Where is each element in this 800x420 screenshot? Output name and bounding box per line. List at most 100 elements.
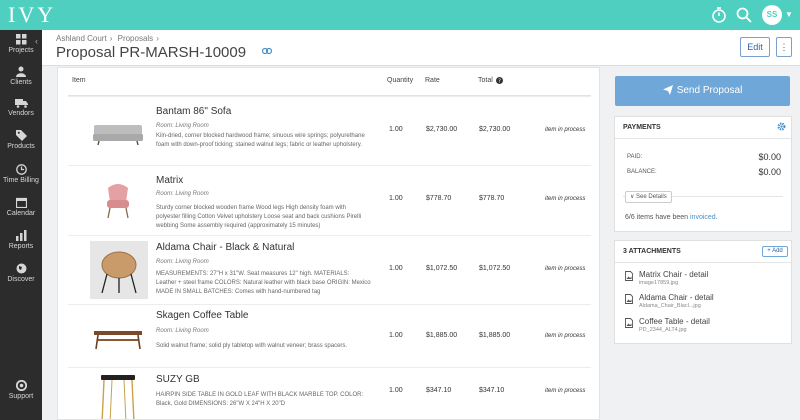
payments-title: PAYMENTS: [623, 124, 661, 131]
breadcrumb-item-project[interactable]: Ashland Court: [56, 34, 107, 43]
breadcrumb-item-proposals[interactable]: Proposals: [118, 34, 154, 43]
sidebar-item-label: Support: [8, 393, 34, 400]
send-proposal-button[interactable]: Send Proposal: [615, 76, 790, 106]
more-options-button[interactable]: ⋮: [776, 37, 792, 57]
breadcrumb-separator: ›: [109, 34, 113, 43]
invoiced-note-text: 6/6 items have been: [625, 214, 690, 221]
users-icon: [16, 66, 26, 77]
table-row[interactable]: Bantam 86" Sofa Room: Living Room Kiln-d…: [68, 96, 591, 165]
sidebar-item-label: Reports: [8, 243, 34, 250]
send-proposal-label: Send Proposal: [676, 85, 743, 96]
tag-icon: [15, 130, 27, 141]
item-description: Sturdy corner blocked wooden frame Wood …: [156, 205, 362, 229]
invoiced-link[interactable]: invoiced: [690, 214, 716, 221]
payments-panel: PAYMENTS PAID: $0.00 BALANCE: $0.00 ∨ Se…: [614, 116, 792, 232]
item-room: Room: Living Room: [156, 259, 209, 265]
table-row[interactable]: Aldama Chair - Black & Natural Room: Liv…: [68, 235, 591, 304]
pink-chair-image: [107, 184, 129, 219]
item-name[interactable]: Matrix: [156, 175, 183, 186]
item-description: Solid walnut frame; solid ply tabletop w…: [156, 343, 348, 349]
sidebar-item-vendors[interactable]: Vendors: [0, 98, 42, 128]
attachment-filename: Aldama_Chair_Blacl...jpg: [639, 303, 701, 309]
attachments-title: 3 ATTACHMENTS: [623, 248, 681, 255]
item-total: $1,072.50: [479, 265, 511, 272]
round-chair-image: [90, 241, 148, 299]
attachment-name[interactable]: Coffee Table - detail: [639, 317, 710, 326]
gear-icon[interactable]: [777, 122, 786, 131]
sidebar-item-products[interactable]: Products: [0, 130, 42, 160]
table-row[interactable]: Matrix Room: Living Room Sturdy corner b…: [68, 165, 591, 235]
sidebar-item-time-billing[interactable]: Time Billing: [0, 164, 42, 194]
edit-button[interactable]: Edit: [740, 37, 770, 57]
table-row[interactable]: Skagen Coffee Table Room: Living Room So…: [68, 304, 591, 367]
page-title: Proposal PR-MARSH-10009: [56, 44, 247, 61]
clock-icon: [15, 164, 27, 175]
item-status: item in process: [545, 266, 586, 272]
item-description: Kiln-dried, corner blocked hardwood fram…: [156, 133, 365, 148]
page-header: Ashland Court › Proposals › Proposal PR-MA…: [42, 30, 800, 66]
paid-label: PAID:: [627, 154, 643, 160]
item-room: Room: Living Room: [156, 328, 209, 334]
support-icon: [15, 380, 27, 391]
sidebar-item-label: Products: [7, 143, 35, 150]
item-quantity: 1.00: [389, 126, 403, 133]
column-header-item: Item: [72, 77, 86, 84]
item-name[interactable]: Bantam 86" Sofa: [156, 106, 231, 117]
sidebar-item-projects[interactable]: Projects: [0, 34, 42, 64]
paid-value: $0.00: [758, 152, 781, 162]
sidebar-item-label: Clients: [10, 79, 32, 86]
image-file-icon: [625, 294, 633, 304]
item-total: $1,885.00: [479, 332, 511, 339]
bar-chart-icon: [15, 230, 26, 241]
link-icon[interactable]: [262, 47, 272, 55]
calendar-icon: [15, 197, 27, 208]
coffee-table-image: [94, 331, 142, 350]
item-name[interactable]: Skagen Coffee Table: [156, 310, 248, 321]
sidebar-item-support[interactable]: Support: [0, 380, 42, 410]
item-name[interactable]: Aldama Chair - Black & Natural: [156, 242, 294, 253]
item-rate: $2,730.00: [426, 126, 458, 133]
app-logo[interactable]: IVY: [8, 2, 56, 28]
search-icon[interactable]: [735, 6, 753, 24]
truck-icon: [14, 99, 28, 108]
see-details-button[interactable]: ∨ See Details: [625, 191, 672, 203]
breadcrumb: Ashland Court › Proposals ›: [56, 34, 162, 43]
sidebar-item-label: Calendar: [6, 210, 36, 217]
timer-icon[interactable]: [710, 6, 728, 24]
side-table-image: [101, 375, 135, 419]
panel-divider: [615, 262, 791, 263]
sidebar-item-clients[interactable]: Clients: [0, 66, 42, 96]
breadcrumb-separator: ›: [156, 34, 159, 43]
attachment-name[interactable]: Matrix Chair - detail: [639, 270, 708, 279]
help-icon[interactable]: ?: [496, 77, 503, 84]
column-header-rate: Rate: [425, 77, 440, 84]
chevron-down-icon[interactable]: ▼: [785, 10, 793, 19]
item-name[interactable]: SUZY GB: [156, 374, 200, 385]
sidebar-item-calendar[interactable]: Calendar: [0, 197, 42, 227]
item-room: Room: Living Room: [156, 123, 209, 129]
item-room: Room: Living Room: [156, 191, 209, 197]
balance-value: $0.00: [758, 167, 781, 177]
add-attachment-button[interactable]: + Add: [762, 246, 788, 257]
item-total: $2,730.00: [479, 126, 511, 133]
item-status: item in process: [545, 127, 586, 133]
attachment-filename: image17859.jpg: [639, 280, 679, 286]
user-avatar[interactable]: SS: [762, 5, 782, 25]
proposal-items-table: Item Quantity Rate Total ? Bantam 86" So…: [57, 67, 600, 420]
item-rate: $347.10: [426, 387, 452, 394]
sidebar-item-reports[interactable]: Reports: [0, 230, 42, 260]
item-total: $347.10: [479, 387, 505, 394]
item-status: item in process: [545, 388, 586, 394]
attachment-name[interactable]: Aldama Chair - detail: [639, 293, 714, 302]
top-bar: IVY SS ▼: [0, 0, 800, 30]
column-header-quantity: Quantity: [387, 77, 414, 84]
item-description: HAIRPIN SIDE TABLE IN GOLD LEAF WITH BLA…: [156, 392, 364, 407]
item-quantity: 1.00: [389, 387, 403, 394]
paper-plane-icon: [662, 85, 673, 96]
table-row[interactable]: SUZY GB HAIRPIN SIDE TABLE IN GOLD LEAF …: [68, 367, 591, 419]
attachments-panel: 3 ATTACHMENTS + Add Matrix Chair - detai…: [614, 240, 792, 344]
grid-icon: [15, 34, 26, 45]
sidebar-item-discover[interactable]: Discover: [0, 263, 42, 293]
item-total: $778.70: [479, 195, 505, 202]
invoiced-note-suffix: .: [715, 214, 718, 221]
